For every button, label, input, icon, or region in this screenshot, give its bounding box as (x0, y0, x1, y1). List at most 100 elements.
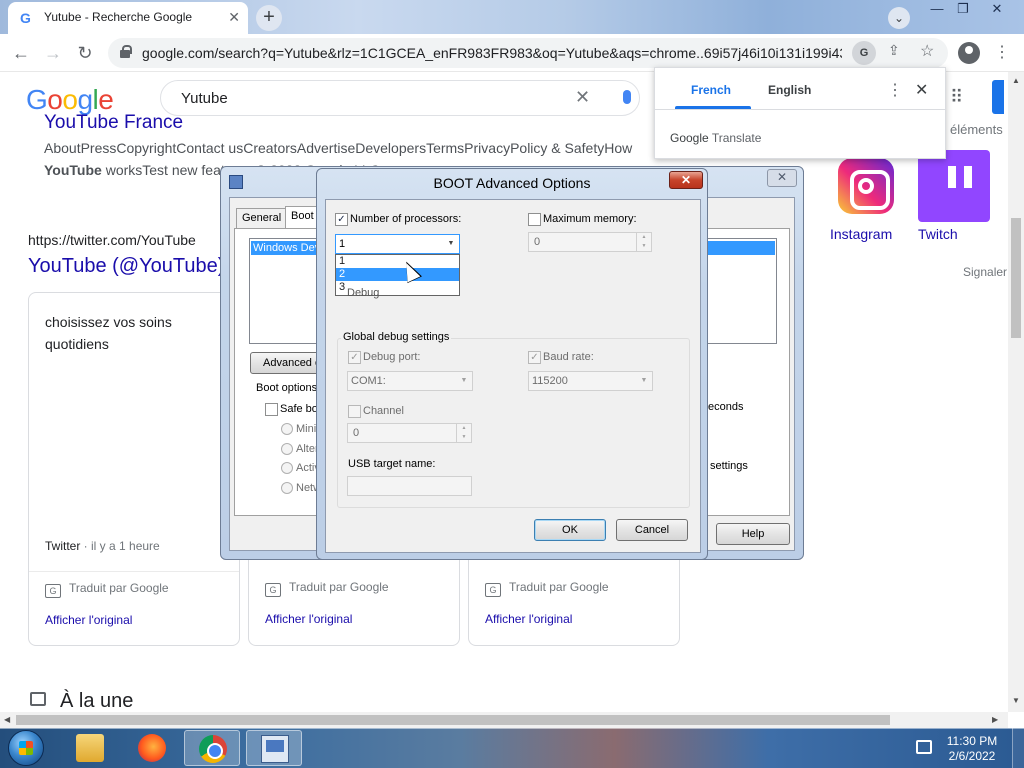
scroll-thumb[interactable] (16, 715, 890, 725)
msconfig-close-icon[interactable]: ✕ (767, 169, 797, 187)
microphone-icon[interactable] (623, 90, 631, 104)
help-button[interactable]: Help (716, 523, 790, 545)
taskbar-firefox[interactable] (124, 730, 180, 766)
radio-alternate-shell[interactable] (281, 443, 293, 455)
google-search-box[interactable]: Yutube ✕ (160, 80, 640, 116)
scroll-thumb[interactable] (1011, 218, 1021, 338)
ok-button[interactable]: OK (534, 519, 606, 541)
tab-french[interactable]: French (691, 83, 731, 97)
network-icon[interactable] (916, 740, 932, 754)
tweet-card[interactable]: G Traduit par Google Afficher l'original (248, 560, 460, 646)
popup-divider (655, 109, 945, 110)
instagram-label[interactable]: Instagram (830, 226, 892, 242)
back-arrow-icon[interactable]: ← (8, 40, 34, 66)
safe-boot-checkbox[interactable] (265, 403, 278, 416)
spinner-arrows-icon[interactable]: ▲ ▼ (636, 233, 651, 251)
window-close-icon[interactable]: ✕ (982, 0, 1012, 20)
taskbar-explorer[interactable] (62, 730, 118, 766)
start-button[interactable] (8, 730, 44, 766)
clock-time: 11:30 PM (946, 734, 998, 748)
google-apps-icon[interactable]: ⠿ (950, 88, 968, 106)
browser-tab[interactable]: G Yutube - Recherche Google ✕ (8, 2, 248, 34)
top-stories-text: À la une (60, 690, 134, 712)
tab-boot[interactable]: Boot (285, 206, 320, 228)
chrome-icon (199, 735, 227, 763)
new-tab-button[interactable]: + (256, 5, 282, 31)
clear-search-icon[interactable]: ✕ (575, 87, 590, 108)
dialog-close-icon[interactable]: ✕ (669, 171, 703, 189)
dropdown-arrow-icon[interactable]: ▼ (443, 235, 459, 253)
sign-in-button[interactable] (992, 80, 1004, 114)
address-bar[interactable]: google.com/search?q=Yutube&rlz=1C1GCEA_e… (108, 38, 948, 68)
debug-port-checkbox[interactable]: ✓ (348, 351, 361, 364)
global-debug-label: Global debug settings (341, 331, 452, 343)
chrome-menu-icon[interactable]: ⋮ (994, 42, 1010, 64)
taskbar-clock[interactable]: 11:30 PM 2/6/2022 (942, 734, 1002, 764)
max-memory-spinner[interactable]: 0 ▲ ▼ (528, 232, 652, 252)
show-desktop-button[interactable] (1012, 728, 1024, 768)
close-icon[interactable]: ✕ (915, 80, 928, 100)
lock-icon[interactable] (120, 45, 132, 58)
baud-rate-select[interactable]: 115200 ▼ (528, 371, 653, 391)
more-options-icon[interactable]: ⋮ (887, 80, 903, 100)
translate-icon[interactable]: G (852, 41, 876, 65)
tab-close-icon[interactable]: ✕ (228, 9, 240, 26)
bookmark-star-icon[interactable]: ☆ (920, 41, 934, 61)
cancel-button[interactable]: Cancel (616, 519, 688, 541)
reload-icon[interactable]: ↻ (72, 40, 98, 66)
show-original-link[interactable]: Afficher l'original (265, 612, 352, 626)
radio-minimal[interactable] (281, 423, 293, 435)
vertical-scrollbar[interactable]: ▲ ▼ (1008, 72, 1024, 712)
channel-spinner[interactable]: 0 ▲ ▼ (347, 423, 472, 443)
dropdown-option-highlighted[interactable]: 2 (336, 268, 459, 281)
max-memory-checkbox[interactable] (528, 213, 541, 226)
twitch-label[interactable]: Twitch (918, 226, 958, 242)
tweet-card[interactable]: choisissez vos soins quotidiens Twitter … (28, 292, 240, 646)
result-sitelinks: AboutPressCopyrightContact usCreatorsAdv… (44, 140, 633, 156)
brand-translate: Translate (711, 131, 762, 145)
scroll-down-icon[interactable]: ▼ (1012, 696, 1020, 705)
dropdown-arrow-icon[interactable]: ▼ (456, 372, 472, 390)
spinner-arrows-icon[interactable]: ▲ ▼ (456, 424, 471, 442)
scroll-up-icon[interactable]: ▲ (1012, 76, 1020, 85)
profile-avatar-icon[interactable] (958, 42, 980, 64)
translated-by: G Traduit par Google (265, 580, 389, 597)
tab-title: Yutube - Recherche Google (44, 10, 193, 24)
tab-general[interactable]: General (236, 208, 288, 228)
debug-port-select[interactable]: COM1: ▼ (347, 371, 473, 391)
translated-by: G Traduit par Google (485, 580, 609, 597)
num-processors-checkbox[interactable]: ✓ (335, 213, 348, 226)
baud-rate-checkbox[interactable]: ✓ (528, 351, 541, 364)
show-original-link[interactable]: Afficher l'original (485, 612, 572, 626)
instagram-icon[interactable] (838, 158, 894, 214)
radio-active-directory[interactable] (281, 462, 293, 474)
taskbar-chrome[interactable] (184, 730, 240, 766)
forward-arrow-icon[interactable]: → (40, 40, 66, 66)
usb-target-label: USB target name: (348, 458, 436, 470)
url-text[interactable]: google.com/search?q=Yutube&rlz=1C1GCEA_e… (142, 45, 842, 61)
tweet-card[interactable]: G Traduit par Google Afficher l'original (468, 560, 680, 646)
dropdown-arrow-icon[interactable]: ▼ (636, 372, 652, 390)
baud-rate-label: Baud rate: (543, 351, 594, 363)
scroll-left-icon[interactable]: ◀ (4, 715, 10, 724)
scroll-right-icon[interactable]: ▶ (992, 715, 998, 724)
usb-target-input[interactable] (347, 476, 472, 496)
debug-port-label: Debug port: (363, 351, 421, 363)
show-original-link[interactable]: Afficher l'original (45, 613, 132, 627)
twitch-icon[interactable] (918, 150, 990, 222)
tab-english[interactable]: English (768, 83, 811, 97)
restore-icon[interactable]: ❐ (948, 0, 978, 20)
dropdown-option[interactable]: 1 (336, 255, 459, 268)
report-link[interactable]: Signaler (963, 265, 1007, 279)
share-icon[interactable]: ⇪ (888, 42, 900, 59)
result-title-youtube-france[interactable]: YouTube France (44, 112, 183, 134)
debug-port-value: COM1: (351, 375, 386, 387)
tab-search-icon[interactable]: ⌄ (888, 7, 910, 29)
channel-checkbox[interactable] (348, 405, 361, 418)
search-query[interactable]: Yutube (181, 90, 228, 107)
taskbar-msconfig[interactable] (246, 730, 302, 766)
radio-network[interactable] (281, 482, 293, 494)
horizontal-scrollbar[interactable]: ◀ ▶ (0, 712, 1008, 728)
translate-popup: French English ⋮ ✕ Google Translate (654, 67, 946, 159)
num-processors-select[interactable]: 1 ▼ (335, 234, 460, 254)
